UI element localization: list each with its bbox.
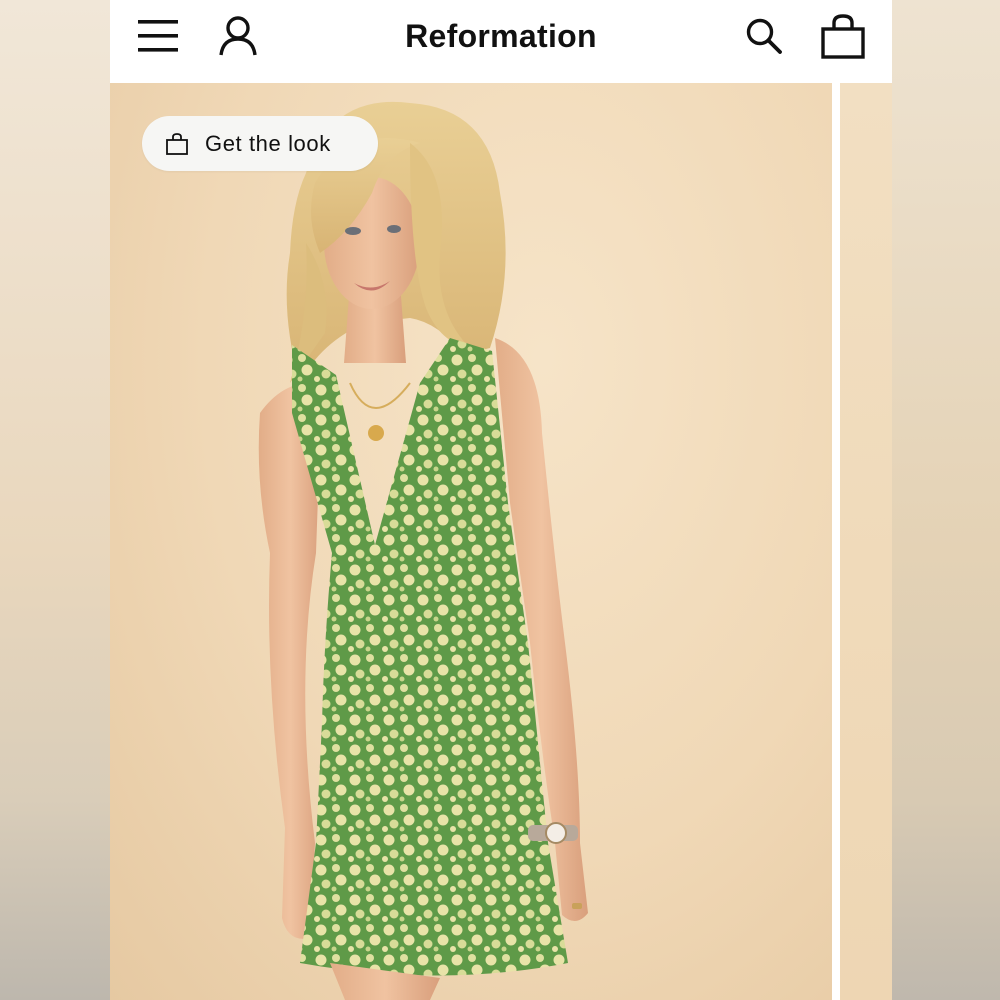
- search-icon: [746, 18, 782, 54]
- app-screen: Reformation Get the look: [110, 0, 892, 1000]
- search-button[interactable]: [738, 12, 790, 60]
- get-the-look-button[interactable]: Get the look: [142, 116, 378, 171]
- hamburger-menu-icon: [138, 20, 178, 52]
- right-backdrop: [892, 0, 1000, 1000]
- left-backdrop: [0, 0, 110, 1000]
- next-image-peek[interactable]: [840, 83, 892, 1000]
- menu-button[interactable]: [132, 12, 184, 60]
- cart-button[interactable]: [816, 10, 870, 62]
- user-icon: [219, 16, 257, 56]
- get-the-look-label: Get the look: [205, 130, 331, 156]
- model-photo: [258, 101, 588, 1000]
- product-image[interactable]: Get the look: [110, 83, 832, 1000]
- brand-logo[interactable]: Reformation: [350, 16, 652, 56]
- shopping-bag-icon: [821, 14, 865, 59]
- account-button[interactable]: [212, 12, 264, 60]
- shopping-bag-icon: [165, 132, 189, 156]
- product-image-gallery[interactable]: Get the look: [110, 83, 892, 1000]
- top-navbar: Reformation: [110, 0, 892, 83]
